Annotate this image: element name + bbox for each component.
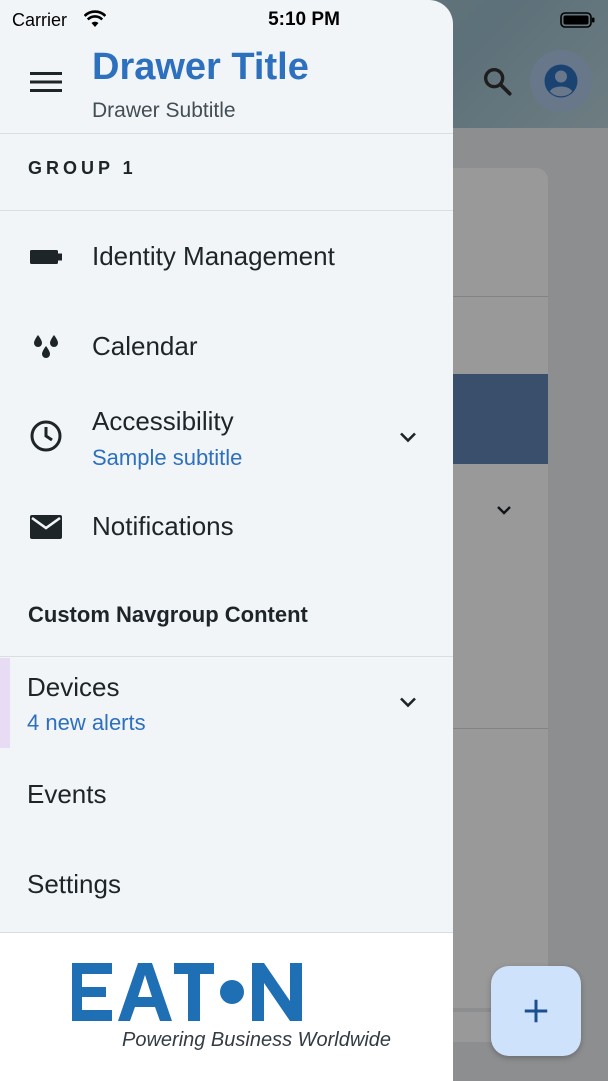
add-fab-button[interactable] [491, 966, 581, 1056]
chevron-down-icon[interactable] [396, 425, 420, 449]
nav-item-label: Calendar [92, 331, 198, 361]
divider [0, 210, 453, 211]
status-bar: Carrier 5:10 PM [0, 0, 608, 40]
eaton-logo [72, 963, 302, 1021]
nav-item-label: Events [27, 779, 107, 809]
nav-item-label: Notifications [92, 511, 234, 541]
status-time: 5:10 PM [268, 9, 340, 30]
battery-status-icon [560, 12, 595, 28]
nav-group-title: GROUP 1 [28, 158, 137, 178]
nav-item-label: Devices [27, 672, 120, 702]
nav-item-notifications[interactable]: Notifications [0, 482, 453, 572]
nav-item-settings[interactable]: Settings [0, 838, 453, 928]
mail-icon [30, 515, 62, 539]
clock-icon [30, 420, 62, 452]
custom-navgroup-title: Custom Navgroup Content [28, 602, 308, 627]
logo-tagline: Powering Business Worldwide [122, 1029, 392, 1051]
nav-item-identity-management[interactable]: Identity Management [0, 212, 453, 302]
drawer-footer: Powering Business Worldwide [0, 932, 453, 1081]
drawer-title: Drawer Title [92, 46, 309, 88]
nav-item-subtitle: Sample subtitle [92, 445, 243, 470]
drawer-subtitle: Drawer Subtitle [92, 99, 236, 122]
droplets-icon [34, 335, 58, 358]
nav-item-devices[interactable]: Devices 4 new alerts [0, 658, 453, 748]
plus-icon [524, 999, 548, 1023]
nav-item-subtitle: 4 new alerts [27, 710, 146, 735]
nav-item-label: Settings [27, 869, 121, 899]
chevron-down-icon[interactable] [396, 690, 420, 714]
divider [0, 656, 453, 657]
nav-item-calendar[interactable]: Calendar [0, 302, 453, 392]
nav-item-accessibility[interactable]: Accessibility Sample subtitle [0, 392, 453, 482]
menu-icon[interactable] [30, 70, 62, 94]
battery-icon [30, 250, 62, 264]
nav-item-events[interactable]: Events [0, 748, 453, 838]
nav-item-label: Accessibility [92, 406, 234, 436]
navigation-drawer: Drawer Title Drawer Subtitle GROUP 1 Ide… [0, 0, 453, 1081]
nav-item-label: Identity Management [92, 241, 335, 271]
